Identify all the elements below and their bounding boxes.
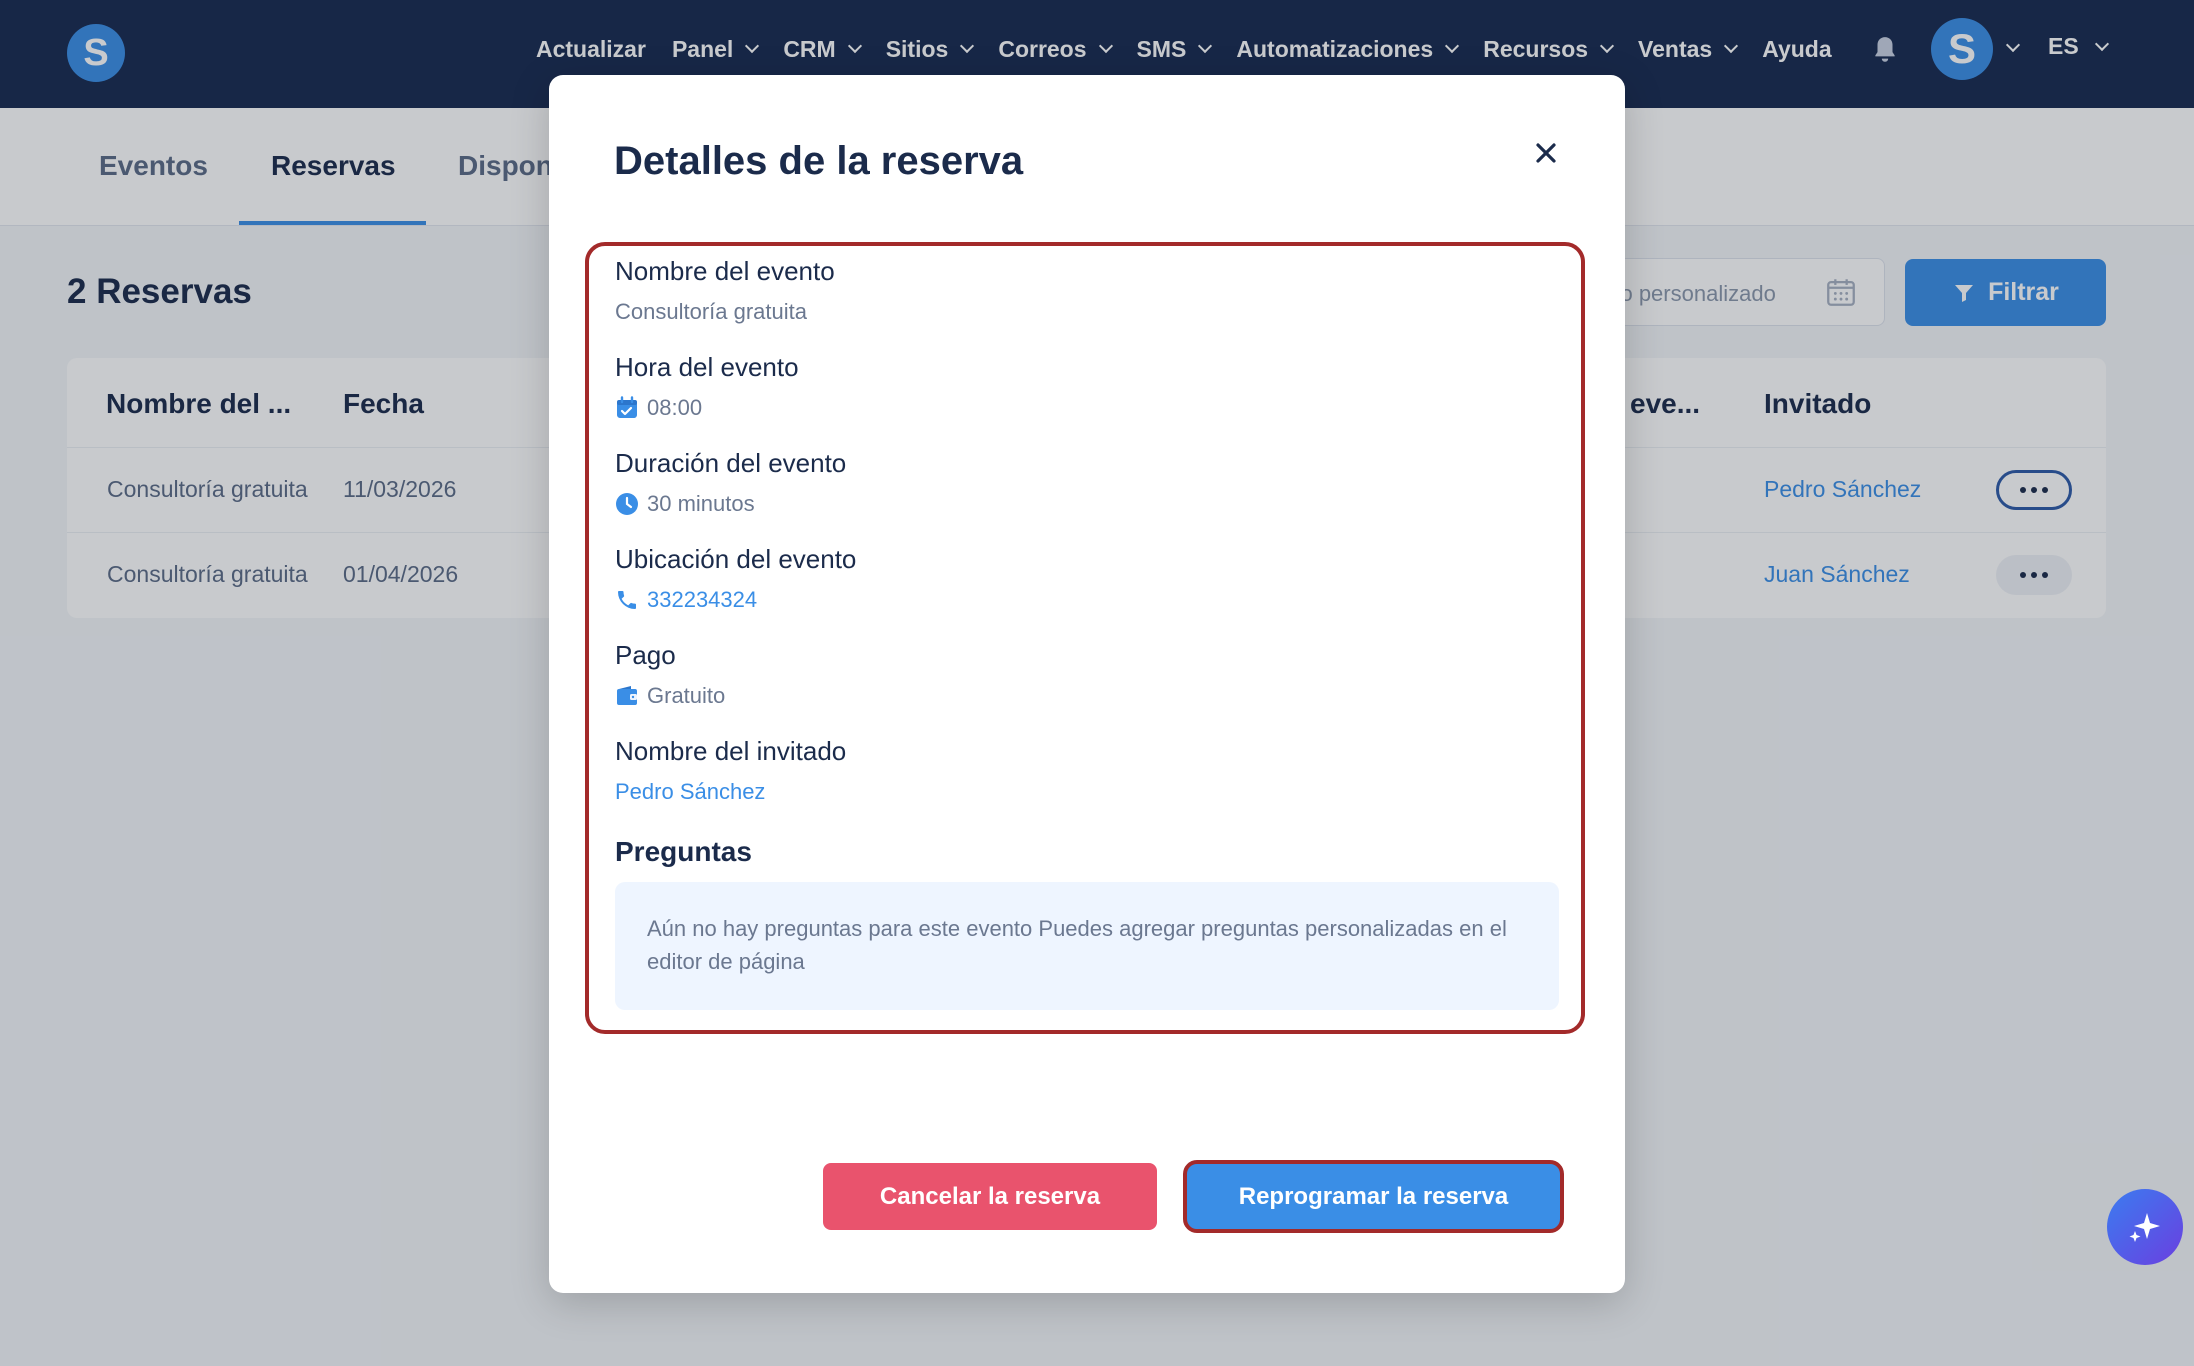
field-event-duration: Duración del evento 30 minutos <box>615 448 846 517</box>
field-payment: Pago Gratuito <box>615 640 725 709</box>
field-label: Nombre del invitado <box>615 736 847 766</box>
calendar-check-icon <box>617 396 637 418</box>
guest-name-link[interactable]: Pedro Sánchez <box>615 779 846 805</box>
field-value: 30 minutos <box>615 491 846 517</box>
booking-details-modal: Detalles de la reserva Nombre del evento… <box>549 75 1625 1293</box>
ai-assistant-button[interactable] <box>2107 1189 2183 1265</box>
sparkle-icon <box>2129 1213 2160 1242</box>
field-label: Ubicación del evento <box>615 544 857 574</box>
field-event-time: Hora del evento 08:00 <box>615 352 799 421</box>
field-value: 08:00 <box>615 395 799 421</box>
cancel-booking-button[interactable]: Cancelar la reserva <box>823 1163 1157 1230</box>
field-value: Consultoría gratuita <box>615 299 807 324</box>
booking-details-panel: Nombre del evento Consultoría gratuita H… <box>585 242 1585 1034</box>
field-event-location: Ubicación del evento 332234324 <box>615 544 856 613</box>
questions-empty-state: Aún no hay preguntas para este evento Pu… <box>615 882 1559 1010</box>
field-event-name: Nombre del evento Consultoría gratuita <box>615 256 835 325</box>
close-icon <box>1536 143 1556 163</box>
field-label: Nombre del evento <box>615 256 835 286</box>
clock-icon <box>616 493 638 515</box>
field-label: Duración del evento <box>615 448 847 478</box>
wallet-icon <box>617 686 637 705</box>
field-value-phone-link[interactable]: 332234324 <box>615 587 856 613</box>
questions-heading: Preguntas <box>615 836 752 867</box>
phone-icon <box>618 591 636 609</box>
field-label: Hora del evento <box>615 352 799 382</box>
field-value: Gratuito <box>615 683 725 709</box>
field-label: Pago <box>615 640 676 670</box>
field-guest-name: Nombre del invitado Pedro Sánchez <box>615 736 846 805</box>
modal-title: Detalles de la reserva <box>614 139 1024 183</box>
reschedule-booking-button[interactable]: Reprogramar la reserva <box>1183 1160 1564 1233</box>
close-modal-button[interactable] <box>1530 137 1562 169</box>
